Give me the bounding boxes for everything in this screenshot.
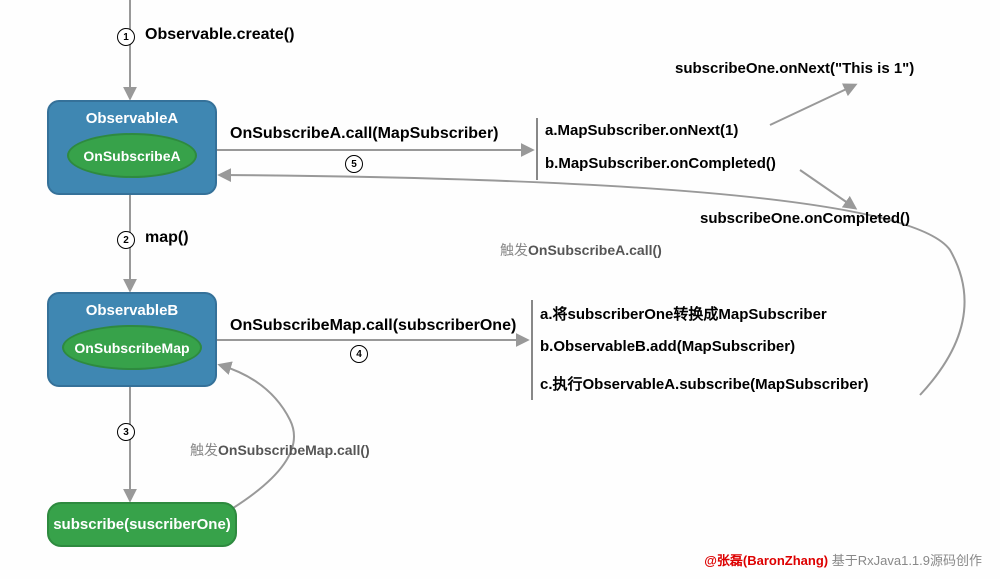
- observable-a-title: ObservableA: [61, 110, 203, 127]
- trigger-map-main: OnSubscribeMap.call(): [218, 442, 370, 458]
- onsubscribe-a-label: OnSubscribeA: [83, 148, 180, 164]
- result-bottom-b: b.ObservableB.add(MapSubscriber): [540, 338, 795, 355]
- trigger-a-main: OnSubscribeA.call(): [528, 242, 662, 258]
- diagram-arrows: [0, 0, 1000, 579]
- onsubscribe-map-pill: OnSubscribeMap: [62, 325, 202, 370]
- create-label: Observable.create(): [145, 26, 294, 44]
- result-oncompleted: subscribeOne.onCompleted(): [700, 210, 910, 227]
- observable-b-box: ObservableB OnSubscribeMap: [47, 292, 217, 387]
- trigger-a-text: 触发OnSubscribeA.call(): [500, 240, 662, 260]
- trigger-a-prefix: 触发: [500, 242, 528, 258]
- result-bottom-a: a.将subscriberOne转换成MapSubscriber: [540, 303, 827, 324]
- result-top-b: b.MapSubscriber.onCompleted(): [545, 155, 776, 172]
- credit-note: 基于RxJava1.1.9源码创作: [828, 553, 982, 568]
- observable-a-box: ObservableA OnSubscribeA: [47, 100, 217, 195]
- result-bottom-c: c.执行ObservableA.subscribe(MapSubscriber): [540, 373, 868, 394]
- step-2-badge: 2: [117, 231, 135, 249]
- step-3-badge: 3: [117, 423, 135, 441]
- call-a-label: OnSubscribeA.call(MapSubscriber): [230, 125, 499, 143]
- trigger-map-prefix: 触发: [190, 442, 218, 458]
- onsubscribe-a-pill: OnSubscribeA: [67, 133, 197, 178]
- map-label: map(): [145, 229, 189, 247]
- step-1-badge: 1: [117, 28, 135, 46]
- call-map-label: OnSubscribeMap.call(subscriberOne): [230, 317, 516, 335]
- onsubscribe-map-label: OnSubscribeMap: [74, 340, 189, 356]
- observable-b-title: ObservableB: [61, 302, 203, 319]
- subscribe-box: subscribe(suscriberOne): [47, 502, 237, 547]
- subscribe-label: subscribe(suscriberOne): [53, 516, 231, 533]
- trigger-map-text: 触发OnSubscribeMap.call(): [190, 440, 370, 460]
- credit-author: @张磊(BaronZhang): [704, 553, 828, 568]
- result-onnext-str: subscribeOne.onNext("This is 1"): [675, 60, 914, 77]
- result-top-a: a.MapSubscriber.onNext(1): [545, 122, 738, 139]
- credit-line: @张磊(BaronZhang) 基于RxJava1.1.9源码创作: [704, 550, 982, 569]
- step-5-badge: 5: [345, 155, 363, 173]
- step-4-badge: 4: [350, 345, 368, 363]
